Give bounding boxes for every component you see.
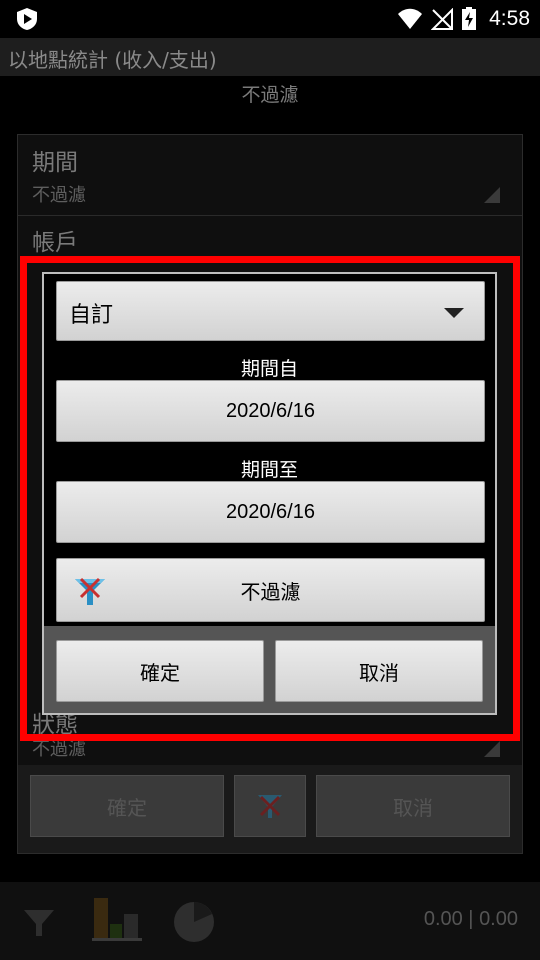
clock: 4:58 <box>489 7 530 30</box>
form-confirm-button[interactable]: 確定 <box>30 775 224 837</box>
wifi-icon <box>398 8 423 29</box>
period-dropdown-icon <box>484 187 500 203</box>
divider <box>18 215 522 216</box>
from-label: 期間自 <box>240 358 298 380</box>
confirm-button[interactable]: 確定 <box>56 640 264 702</box>
form-filter-button[interactable] <box>234 775 306 837</box>
date-range-dialog: 自訂 期間自 2020/6/16 期間至 2020/6/16 不過濾 確定 取消 <box>42 272 497 715</box>
no-filter-button[interactable]: 不過濾 <box>56 558 485 622</box>
status-bar: 4:58 <box>0 0 540 38</box>
title-bar: 以地點統計 (收入/支出) <box>0 38 540 76</box>
status-dropdown-icon <box>484 741 500 757</box>
chevron-down-icon <box>444 308 464 318</box>
bottom-bar: 0.00 | 0.00 <box>0 882 540 960</box>
form-cancel-button[interactable]: 取消 <box>316 775 510 837</box>
form-button-row: 確定 取消 <box>18 765 522 853</box>
app-shield-icon <box>17 8 37 30</box>
no-signal-icon <box>431 8 454 30</box>
filter-summary: 不過濾 <box>241 84 299 106</box>
filter-off-icon <box>75 577 105 605</box>
bar-chart-icon[interactable] <box>92 896 142 942</box>
no-filter-label: 不過濾 <box>240 581 301 604</box>
period-mode-value: 自訂 <box>69 303 114 328</box>
period-value: 不過濾 <box>32 185 86 206</box>
filter-icon[interactable] <box>22 906 56 940</box>
account-label: 帳戶 <box>32 230 78 256</box>
filter-off-icon <box>258 795 282 818</box>
cancel-button[interactable]: 取消 <box>275 640 483 702</box>
period-mode-select[interactable]: 自訂 <box>56 281 485 341</box>
dialog-button-row: 確定 取消 <box>44 626 495 713</box>
to-label: 期間至 <box>240 459 298 481</box>
total-amount: 0.00 | 0.00 <box>423 908 518 930</box>
period-label: 期間 <box>32 150 78 176</box>
from-date-button[interactable]: 2020/6/16 <box>56 380 485 442</box>
to-date-button[interactable]: 2020/6/16 <box>56 481 485 543</box>
battery-charging-icon <box>462 7 477 30</box>
page-title: 以地點統計 (收入/支出) <box>8 48 217 72</box>
status-icons: 4:58 <box>397 4 530 34</box>
pie-chart-icon[interactable] <box>172 900 216 944</box>
